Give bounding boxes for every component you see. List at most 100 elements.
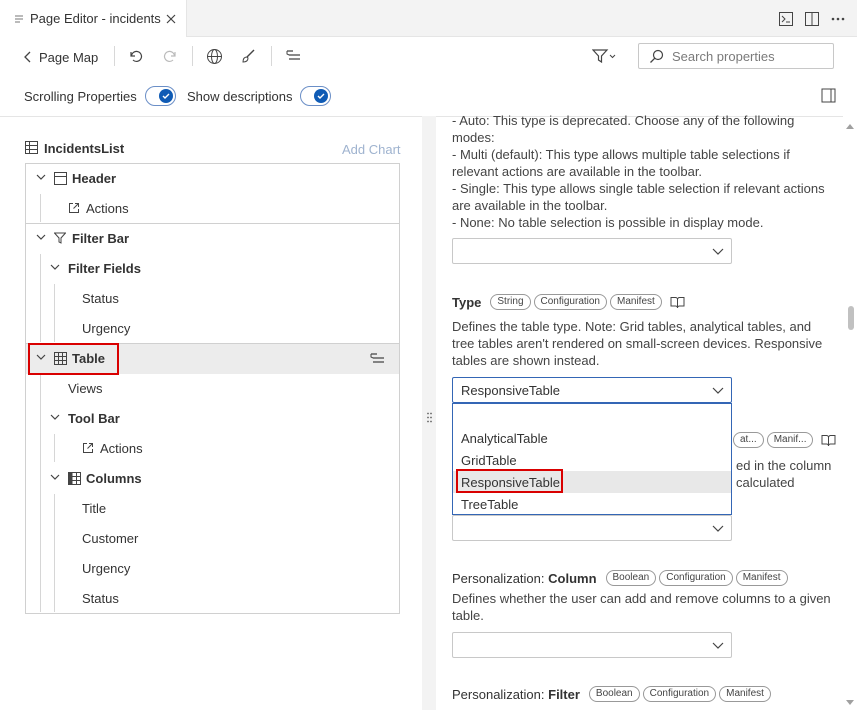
tree-item-label: Status [82,591,119,606]
tree-item-label: Views [68,381,103,396]
desc-line: - None: No table selection is possible i… [452,215,764,230]
search-input[interactable] [672,48,822,64]
pers-column-select[interactable] [452,632,732,658]
dropdown-option-analytical[interactable]: AnalyticalTable [453,427,731,449]
desc-line: Defines the table type. Note: Grid table… [452,319,812,334]
selection-mode-select[interactable] [452,238,732,264]
redo-icon[interactable] [162,48,178,64]
toolbar-divider [192,46,193,66]
tree-item-label: Actions [100,441,143,456]
show-descriptions-toggle[interactable] [300,86,331,106]
dropdown-option-empty[interactable] [453,405,731,427]
add-chart-link[interactable]: Add Chart [342,142,401,157]
tree-item-ff-status[interactable]: Status [26,284,399,314]
section-icon [54,172,67,185]
chip-configuration: Configuration [659,570,733,586]
tree-item-label: Header [72,171,117,186]
tree-item-ff-urgency[interactable]: Urgency [26,314,399,344]
split-editor-icon[interactable] [804,11,820,27]
tree-item-label: Status [82,291,119,306]
scrollbar-thumb[interactable] [848,306,854,330]
tree-item-label: Actions [86,201,129,216]
tree-item-label: Columns [86,471,142,486]
hidden-property-chips: at... Manif... [733,432,836,448]
close-icon[interactable] [165,13,177,25]
terminal-icon[interactable] [778,11,794,27]
side-panel-icon[interactable] [821,88,836,103]
desc-line: Defines whether the user can add and rem… [452,591,831,606]
pane-splitter[interactable] [422,116,436,710]
tree-item-filter-bar[interactable]: Filter Bar [26,224,399,254]
hidden-property-select[interactable] [452,515,732,541]
brush-icon[interactable] [240,48,256,64]
dropdown-option-grid[interactable]: GridTable [453,449,731,471]
pers-column-prefix: Personalization: [452,570,549,586]
more-actions-icon[interactable] [830,11,846,27]
tree-item-label: Urgency [82,321,131,336]
editor-tab-bar: Page Editor - incidents [0,0,857,37]
tree-item-label: Filter Bar [72,231,130,246]
toolbar-divider [114,46,115,66]
desc-line: - Multi (default): This type allows mult… [452,147,790,162]
chip-boolean: Boolean [588,686,640,702]
pers-filter-title: Filter [548,686,580,702]
chip-configuration: Configuration [642,686,717,702]
scroll-down-icon[interactable] [846,700,854,705]
tree-item-col-urgency[interactable]: Urgency [26,554,399,584]
scrolling-properties-label: Scrolling Properties [24,89,137,104]
book-icon[interactable] [670,296,685,309]
outline-icon[interactable] [285,48,302,64]
properties-scrollbar[interactable] [843,116,857,710]
tree-item-col-title[interactable]: Title [26,494,399,524]
type-select[interactable]: ResponsiveTable [452,377,732,403]
tree-item-filter-fields[interactable]: Filter Fields [26,254,399,284]
columns-icon [68,472,81,485]
scroll-up-icon[interactable] [846,124,854,129]
toggle-knob [159,89,173,103]
dropdown-option-tree[interactable]: TreeTable [453,493,731,515]
editor-tab[interactable]: Page Editor - incidents [0,0,187,37]
outline-icon[interactable] [369,352,386,366]
external-link-icon [82,442,94,454]
chevron-left-icon [24,51,32,63]
tree-item-col-customer[interactable]: Customer [26,524,399,554]
desc-line: relevant actions are available in the to… [452,164,703,179]
tree-root-title[interactable]: IncidentsList [44,141,124,156]
tree-item-tool-bar[interactable]: Tool Bar [26,404,399,434]
chip-string: String [490,294,531,310]
type-select-value: ResponsiveTable [461,383,561,398]
search-properties-field[interactable] [638,43,834,69]
chevron-down-icon [50,264,60,271]
chip-configuration: Configuration [533,294,607,310]
back-label: Page Map [39,50,99,65]
tree-item-views[interactable]: Views [26,374,399,404]
undo-icon[interactable] [128,48,144,64]
book-icon[interactable] [821,434,836,447]
chevron-up-icon [712,387,724,394]
tree-item-columns[interactable]: Columns [26,464,399,494]
scrolling-properties-toggle[interactable] [145,86,176,106]
tree-item-col-status[interactable]: Status [26,584,399,614]
tree-item-label: Title [82,501,107,516]
pers-column-title: Column [548,570,597,586]
globe-icon[interactable] [206,48,223,65]
tree-item-toolbar-actions[interactable]: Actions [26,434,399,464]
page-structure-tree: Header Actions Filter Bar Filter Fields … [25,163,400,614]
tree-item-header-actions[interactable]: Actions [26,194,399,224]
chevron-down-icon [712,642,724,649]
pers-filter-prefix: Personalization: [452,686,549,702]
chevron-down-icon [50,474,60,481]
pers-column-description: Defines whether the user can add and rem… [452,590,837,624]
desc-line: are available in the toolbar. [452,198,608,213]
chevron-down-icon [712,248,724,255]
tree-item-header[interactable]: Header [26,164,399,194]
chip-boolean: Boolean [605,570,657,586]
chevron-down-icon [36,174,46,181]
type-description: Defines the table type. Note: Grid table… [452,318,837,369]
chevron-down-icon [50,414,60,421]
filter-icon[interactable] [592,48,616,64]
desc-line: table. [452,608,484,623]
hidden-property-description: ed in the column calculated [736,457,836,491]
tree-item-label: Tool Bar [68,411,120,426]
pers-column-header: Personalization: Column Boolean Configur… [452,570,788,586]
